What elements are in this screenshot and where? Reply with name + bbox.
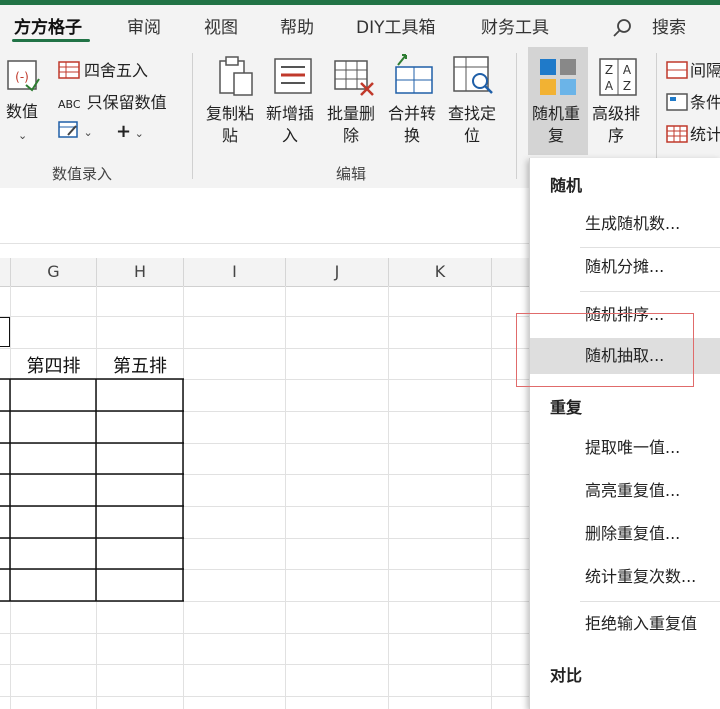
merge-icon bbox=[395, 54, 433, 94]
round-button[interactable]: 四舍五入 bbox=[58, 57, 148, 81]
edit-format-button[interactable]: ⌄ bbox=[58, 121, 93, 140]
clipboard-icon bbox=[219, 56, 253, 96]
tab-review[interactable]: 审阅 bbox=[127, 13, 161, 38]
svg-text:(-): (-) bbox=[15, 70, 29, 84]
menu-item-reject-duplicates[interactable]: 拒绝输入重复值 bbox=[530, 606, 720, 642]
bordered-cell bbox=[0, 317, 10, 347]
round-icon bbox=[58, 61, 80, 79]
column-header-f[interactable] bbox=[0, 258, 11, 286]
chevron-down-icon: ⌄ bbox=[131, 127, 144, 140]
random-repeat-label: 随机重 复 bbox=[532, 104, 581, 145]
column-header-j[interactable]: J bbox=[286, 258, 389, 286]
menu-separator bbox=[580, 291, 720, 292]
batch-delete-label: 批量删 除 bbox=[327, 104, 376, 145]
find-locate-label: 查找定 位 bbox=[448, 104, 497, 145]
menu-item-count-duplicates[interactable]: 统计重复次数... bbox=[530, 559, 720, 595]
condition-label: 条件 bbox=[690, 93, 720, 112]
cell-h-header: 第五排 bbox=[113, 356, 167, 377]
menu-separator bbox=[580, 601, 720, 602]
column-header-h[interactable]: H bbox=[97, 258, 184, 286]
plus-icon: + bbox=[116, 121, 132, 142]
tab-diy-toolbox[interactable]: DIY工具箱 bbox=[356, 13, 436, 38]
new-insert-label: 新增插 入 bbox=[266, 104, 315, 145]
menu-separator bbox=[580, 247, 720, 248]
group-separator bbox=[192, 53, 193, 179]
group-label-numeric: 数值录入 bbox=[52, 165, 113, 183]
sort-az-icon: Z A A Z bbox=[599, 58, 637, 96]
tab-search[interactable]: 搜索 bbox=[652, 13, 686, 38]
merge-convert-label: 合并转 换 bbox=[388, 104, 437, 145]
menu-section-compare: 对比 bbox=[550, 666, 583, 685]
group-separator bbox=[516, 53, 517, 179]
tab-fangfang[interactable]: 方方格子 bbox=[14, 13, 82, 38]
svg-text:A: A bbox=[605, 79, 614, 93]
highlight-annotation-box bbox=[516, 313, 694, 387]
random-repeat-menu: 随机 生成随机数... 随机分摊... 随机排序... 随机抽取... 重复 提… bbox=[529, 158, 720, 709]
advanced-sort-label: 高级排 序 bbox=[592, 104, 641, 145]
stats-button[interactable]: 统计 bbox=[666, 121, 720, 145]
menu-item-generate-random[interactable]: 生成随机数... bbox=[530, 206, 720, 242]
random-blocks-icon bbox=[540, 59, 576, 95]
copy-paste-label: 复制粘 贴 bbox=[206, 104, 255, 145]
menu-item-extract-unique[interactable]: 提取唯一值... bbox=[530, 430, 720, 466]
search-icon[interactable] bbox=[612, 17, 634, 39]
edit-table-icon bbox=[58, 121, 78, 138]
condition-button[interactable]: 条件 bbox=[666, 89, 720, 113]
keep-value-button[interactable]: ABC 只保留数值 bbox=[58, 89, 167, 113]
tab-help[interactable]: 帮助 bbox=[280, 13, 314, 38]
active-tab-indicator bbox=[12, 39, 90, 42]
cell-g-header: 第四排 bbox=[26, 356, 81, 377]
bordered-table bbox=[0, 378, 184, 602]
find-icon bbox=[453, 56, 493, 94]
svg-text:Z: Z bbox=[605, 63, 613, 77]
delete-grid-icon bbox=[334, 60, 374, 96]
abc-icon: ABC bbox=[58, 98, 81, 111]
menu-section-repeat: 重复 bbox=[550, 398, 583, 417]
tab-view[interactable]: 视图 bbox=[204, 13, 238, 38]
value-label: 数值 bbox=[6, 102, 39, 121]
insert-rows-icon bbox=[274, 58, 312, 94]
insert-plus-button[interactable]: + ⌄ bbox=[116, 121, 144, 142]
ribbon-tab-bar: 方方格子 审阅 视图 帮助 DIY工具箱 财务工具 搜索 bbox=[0, 5, 720, 47]
chevron-down-icon: ⌄ bbox=[18, 129, 28, 142]
chevron-down-icon: ⌄ bbox=[80, 126, 93, 139]
round-label: 四舍五入 bbox=[84, 61, 149, 80]
stats-icon bbox=[666, 125, 688, 143]
menu-item-highlight-duplicates[interactable]: 高亮重复值... bbox=[530, 473, 720, 509]
column-header-i[interactable]: I bbox=[184, 258, 286, 286]
interval-button[interactable]: 间隔 bbox=[666, 57, 720, 81]
interval-label: 间隔 bbox=[690, 61, 720, 80]
svg-text:A: A bbox=[623, 63, 632, 77]
stats-label: 统计 bbox=[690, 125, 720, 144]
tab-finance-tools[interactable]: 财务工具 bbox=[481, 13, 549, 38]
column-header-g[interactable]: G bbox=[11, 258, 97, 286]
menu-item-delete-duplicates[interactable]: 删除重复值... bbox=[530, 516, 720, 552]
column-header-k[interactable]: K bbox=[389, 258, 492, 286]
interval-icon bbox=[666, 61, 688, 79]
group-label-edit: 编辑 bbox=[336, 165, 367, 183]
menu-section-random: 随机 bbox=[550, 176, 583, 195]
condition-icon bbox=[666, 93, 688, 111]
menu-item-random-allocate[interactable]: 随机分摊... bbox=[530, 249, 720, 285]
value-icon: (-) bbox=[7, 60, 40, 92]
keep-value-label: 只保留数值 bbox=[86, 93, 167, 112]
svg-text:Z: Z bbox=[623, 79, 631, 93]
